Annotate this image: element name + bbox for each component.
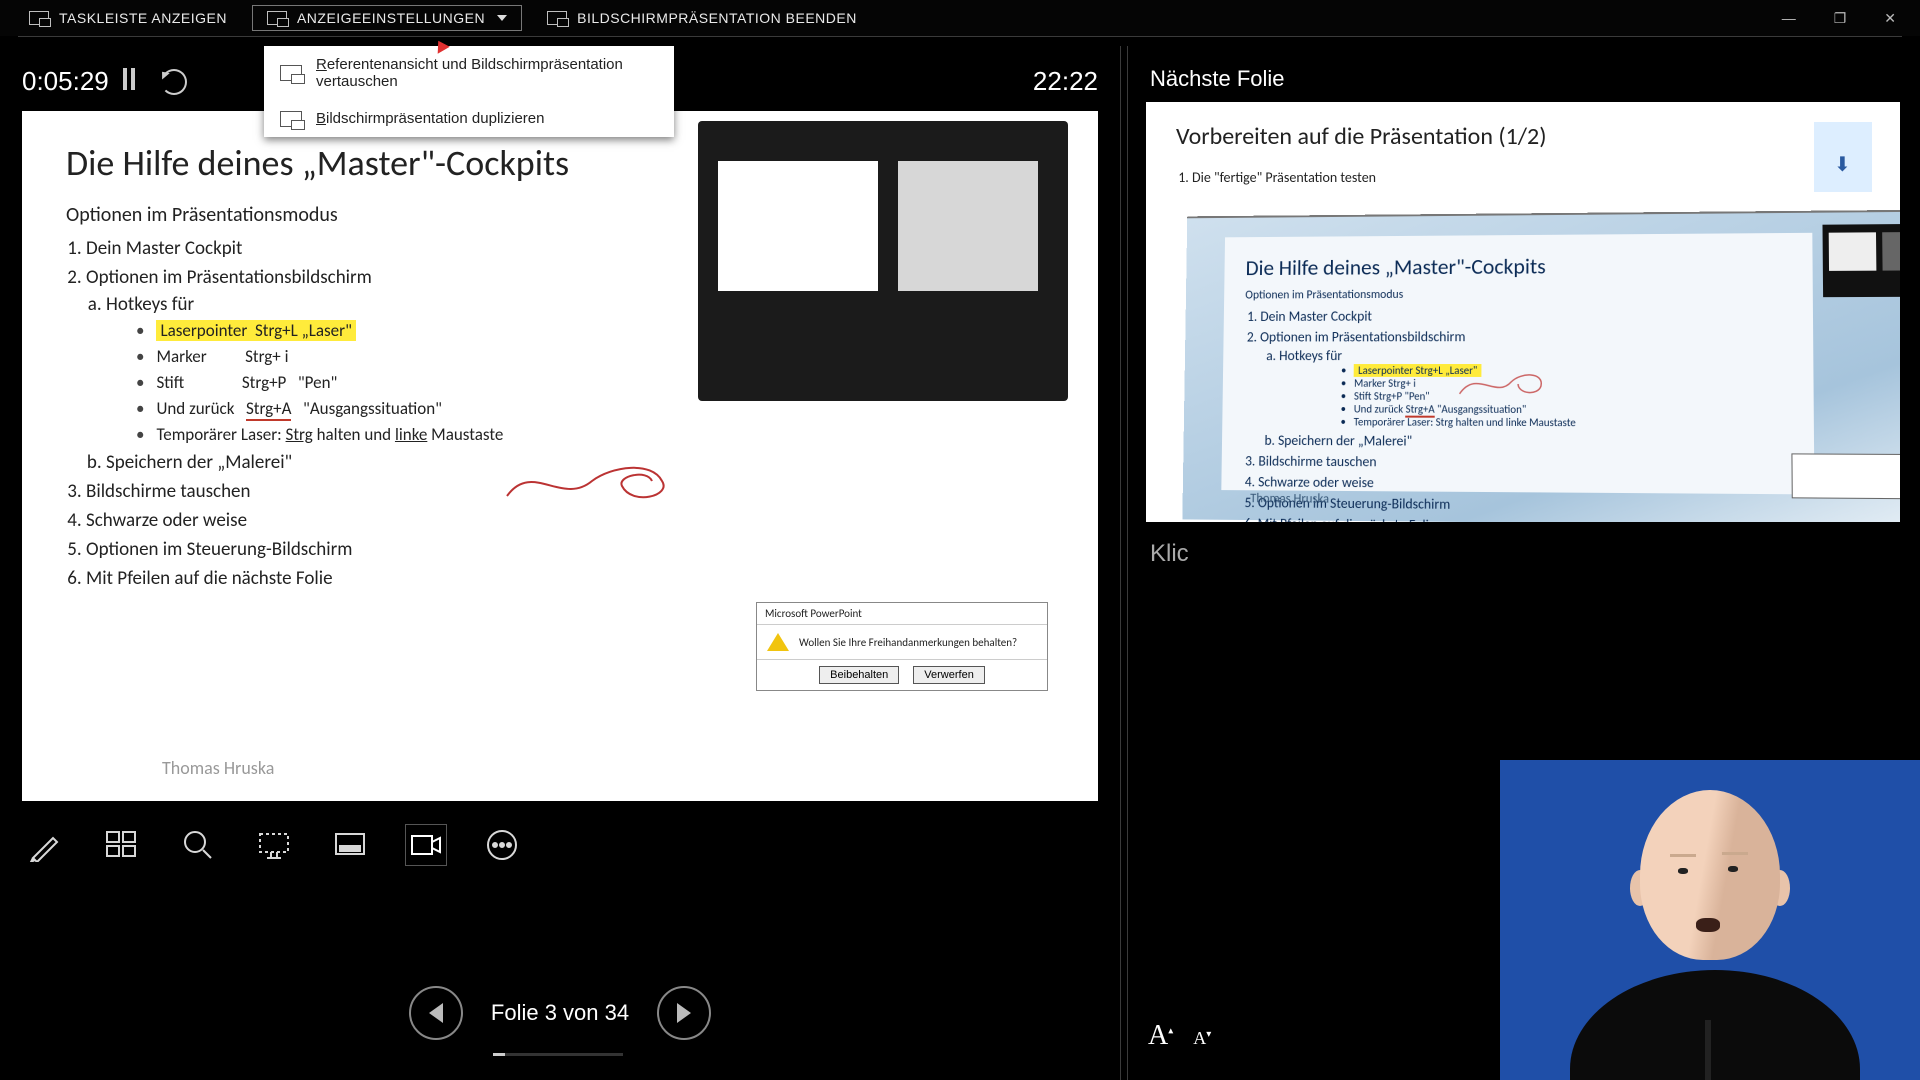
swap-presenter-view-item[interactable]: Referentenansicht und Bildschirmpräsenta… [264, 46, 674, 100]
display-settings-button[interactable]: ANZEIGEEINSTELLUNGEN [252, 5, 522, 31]
elapsed-time: 0:05:29 [22, 66, 109, 97]
photo-dialog [1791, 453, 1900, 499]
chevron-left-icon [429, 1003, 443, 1023]
photo-hk-back: Und zurück Strg+A "Ausgangssituation" [1341, 403, 1792, 417]
slide-progress-bar [493, 1053, 623, 1056]
photo-item-1: Dein Master Cockpit [1260, 306, 1790, 324]
next-slide-bullet-1: Die "fertige" Präsentation testen [1192, 169, 1870, 186]
slide-counter: Folie 3 von 34 [491, 1000, 629, 1026]
subtitle-toggle-button[interactable] [330, 825, 370, 865]
photo-hk-marker: Marker Strg+ i [1341, 377, 1791, 390]
display-settings-icon [267, 11, 287, 25]
taskbar-icon [29, 11, 49, 25]
zoom-tool-button[interactable] [178, 825, 218, 865]
dialog-keep-button[interactable]: Beibehalten [819, 666, 899, 684]
black-screen-button[interactable] [254, 825, 294, 865]
swap-presenter-view-label: Referentenansicht und Bildschirmpräsenta… [316, 56, 658, 90]
slide-item-3: Bildschirme tauschen [86, 480, 1054, 503]
pen-tool-button[interactable] [26, 825, 66, 865]
previous-slide-button[interactable] [409, 986, 463, 1040]
notes-placeholder[interactable]: Klic [1150, 540, 1189, 567]
reset-timer-button[interactable] [161, 69, 187, 95]
end-slideshow-icon [547, 11, 567, 25]
photo-item-4: Schwarze oder weise [1258, 473, 1792, 494]
minimize-button[interactable]: — [1782, 10, 1796, 27]
next-slide-photo: Die Hilfe deines „Master"-Cockpits Optio… [1182, 210, 1900, 522]
chevron-down-icon [497, 15, 507, 21]
next-slide-graphic [1814, 122, 1872, 192]
slide-item-4: Schwarze oder weise [86, 509, 1054, 532]
photo-monitor-icon [1822, 224, 1900, 297]
decrease-font-button[interactable]: A▾ [1193, 1028, 1211, 1049]
photo-slide-subtitle: Optionen im Präsentationsmodus [1245, 286, 1790, 302]
chevron-right-icon [677, 1003, 691, 1023]
photo-item-6: Mit Pfeilen auf die nächste Folie [1257, 515, 1792, 522]
photo-item-2b: Speichern der „Malerei" [1278, 432, 1791, 451]
next-slide-title: Vorbereiten auf die Präsentation (1/2) [1176, 122, 1870, 151]
current-slide[interactable]: Die Hilfe deines „Master"-Cockpits Optio… [22, 111, 1098, 801]
duplicate-slideshow-label: Bildschirmpräsentation duplizieren [316, 110, 544, 127]
embedded-screenshot [698, 121, 1068, 401]
hotkey-temp-laser: Temporärer Laser: Strg halten und linke … [136, 424, 1054, 445]
show-taskbar-label: TASKLEISTE ANZEIGEN [59, 10, 227, 26]
slide-item-2b: Speichern der „Malerei" [106, 451, 1054, 474]
display-settings-label: ANZEIGEEINSTELLUNGEN [297, 10, 485, 26]
photo-item-5: Optionen im Steuerung-Bildschirm [1258, 494, 1792, 515]
slide-item-6: Mit Pfeilen auf die nächste Folie [86, 567, 1054, 590]
swap-displays-icon [280, 65, 302, 81]
photo-hk-pen: Stift Strg+P "Pen" [1341, 390, 1791, 404]
duplicate-slideshow-item[interactable]: Bildschirmpräsentation duplizieren [264, 100, 674, 137]
next-slide-button[interactable] [657, 986, 711, 1040]
dialog-message: Wollen Sie Ihre Freihandanmerkungen beha… [799, 636, 1017, 649]
photo-ink-scribble-icon [1457, 364, 1547, 404]
display-settings-dropdown: Referentenansicht und Bildschirmpräsenta… [264, 46, 674, 137]
close-button[interactable]: ✕ [1884, 10, 1896, 27]
end-slideshow-button[interactable]: BILDSCHIRMPRÄSENTATION BEENDEN [532, 5, 872, 31]
photo-hk-temp: Temporärer Laser: Strg halten und linke … [1340, 415, 1791, 430]
photo-slide-title: Die Hilfe deines „Master"-Cockpits [1245, 251, 1790, 281]
show-taskbar-button[interactable]: TASKLEISTE ANZEIGEN [14, 5, 242, 31]
pause-timer-button[interactable] [121, 66, 137, 97]
increase-font-button[interactable]: A▴ [1148, 1020, 1173, 1052]
pane-divider[interactable] [1120, 46, 1128, 1080]
camera-toggle-button[interactable] [406, 825, 446, 865]
ink-save-dialog: Microsoft PowerPoint Wollen Sie Ihre Fre… [756, 602, 1048, 691]
maximize-button[interactable]: ❐ [1834, 10, 1847, 27]
slide-item-5: Optionen im Steuerung-Bildschirm [86, 538, 1054, 561]
presenter-webcam[interactable] [1500, 760, 1920, 1080]
more-options-button[interactable] [482, 825, 522, 865]
next-slide-header: Nächste Folie [1150, 66, 1900, 92]
next-slide-preview[interactable]: Vorbereiten auf die Präsentation (1/2) D… [1146, 102, 1900, 522]
end-slideshow-label: BILDSCHIRMPRÄSENTATION BEENDEN [577, 10, 857, 26]
dialog-discard-button[interactable]: Verwerfen [913, 666, 985, 684]
photo-author: Thomas Hruska [1250, 491, 1329, 507]
see-all-slides-button[interactable] [102, 825, 142, 865]
photo-hk-laser: Laserpointer Strg+L „Laser" [1341, 364, 1791, 377]
photo-item-3: Bildschirme tauschen [1258, 453, 1791, 473]
wall-clock: 22:22 [1033, 66, 1098, 97]
dialog-title: Microsoft PowerPoint [757, 603, 1047, 625]
slide-author: Thomas Hruska [162, 757, 274, 779]
hotkey-back: Und zurück Strg+A "Ausgangssituation" [136, 398, 1054, 419]
duplicate-displays-icon [280, 111, 302, 127]
warning-icon [767, 633, 789, 651]
